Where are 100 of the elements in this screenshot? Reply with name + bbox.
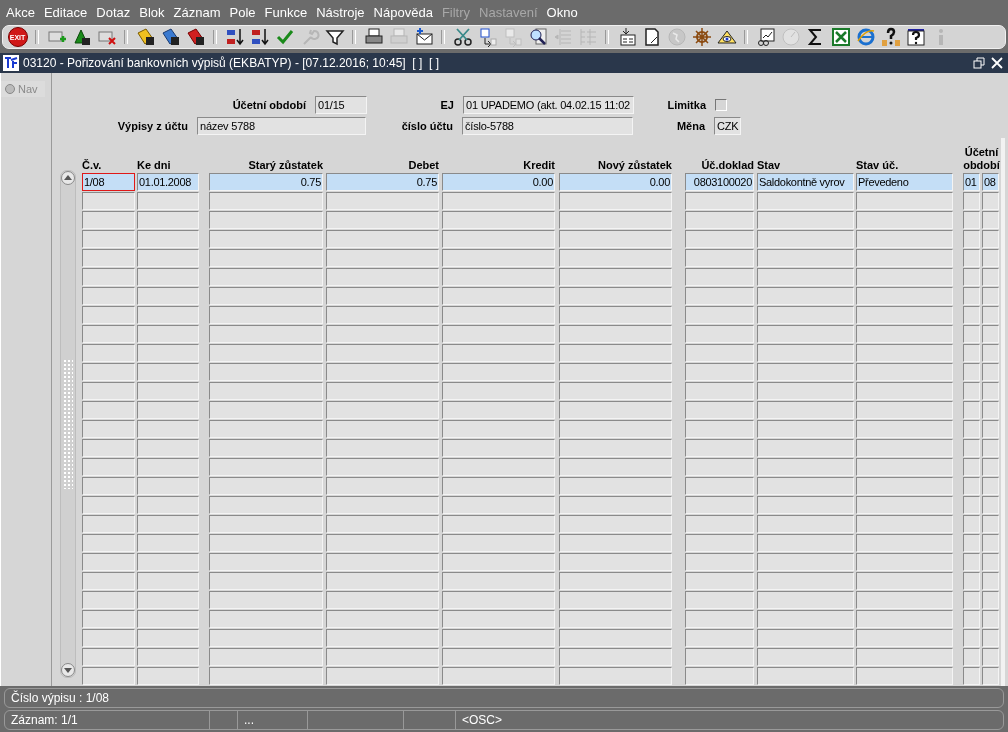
- table-cell[interactable]: [982, 477, 999, 495]
- table-cell[interactable]: [685, 344, 754, 362]
- table-cell[interactable]: [442, 534, 555, 552]
- table-cell[interactable]: [982, 306, 999, 324]
- scroll-up-icon[interactable]: [61, 171, 75, 185]
- table-cell[interactable]: [963, 230, 980, 248]
- scroll-grip[interactable]: [63, 359, 73, 489]
- table-cell[interactable]: [442, 401, 555, 419]
- table-cell[interactable]: [982, 325, 999, 343]
- table-cell[interactable]: [982, 249, 999, 267]
- sort-asc-icon[interactable]: [224, 26, 245, 48]
- table-cell[interactable]: [982, 363, 999, 381]
- table-cell[interactable]: [685, 420, 754, 438]
- table-cell[interactable]: [757, 458, 854, 476]
- table-cell[interactable]: [856, 534, 953, 552]
- table-cell[interactable]: [442, 572, 555, 590]
- table-cell[interactable]: [856, 287, 953, 305]
- table-cell[interactable]: [137, 249, 199, 267]
- table-cell[interactable]: [209, 439, 323, 457]
- table-cell[interactable]: [685, 610, 754, 628]
- table-cell[interactable]: [137, 629, 199, 647]
- mail-icon[interactable]: [413, 26, 434, 48]
- chart-icon[interactable]: [755, 26, 776, 48]
- table-cell[interactable]: 01: [963, 173, 980, 191]
- table-cell[interactable]: [82, 268, 135, 286]
- table-cell[interactable]: [442, 610, 555, 628]
- table-cell[interactable]: [963, 534, 980, 552]
- table-cell[interactable]: [685, 382, 754, 400]
- table-cell[interactable]: [963, 192, 980, 210]
- table-cell[interactable]: [982, 268, 999, 286]
- table-cell[interactable]: [982, 648, 999, 666]
- table-cell[interactable]: [559, 648, 672, 666]
- table-cell[interactable]: [963, 401, 980, 419]
- table-cell[interactable]: [442, 211, 555, 229]
- table-cell[interactable]: [442, 439, 555, 457]
- table-cell[interactable]: [326, 667, 439, 685]
- table-cell[interactable]: [137, 344, 199, 362]
- table-cell[interactable]: [442, 344, 555, 362]
- table-cell[interactable]: [685, 534, 754, 552]
- table-cell[interactable]: [559, 515, 672, 533]
- menu-item[interactable]: Editace: [43, 4, 88, 20]
- table-cell[interactable]: [685, 192, 754, 210]
- table-cell[interactable]: [82, 496, 135, 514]
- table-cell[interactable]: [326, 401, 439, 419]
- table-cell[interactable]: [757, 306, 854, 324]
- table-cell[interactable]: [137, 192, 199, 210]
- table-cell[interactable]: [442, 553, 555, 571]
- table-cell[interactable]: [82, 572, 135, 590]
- table-cell[interactable]: [856, 401, 953, 419]
- table-cell[interactable]: [209, 268, 323, 286]
- table-cell[interactable]: [137, 591, 199, 609]
- table-cell[interactable]: [685, 439, 754, 457]
- table-cell[interactable]: [757, 287, 854, 305]
- table-cell[interactable]: [982, 401, 999, 419]
- table-cell[interactable]: [82, 249, 135, 267]
- table-cell[interactable]: [559, 268, 672, 286]
- table-cell[interactable]: [442, 648, 555, 666]
- table-cell[interactable]: [963, 477, 980, 495]
- table-cell[interactable]: [963, 420, 980, 438]
- table-cell[interactable]: [82, 211, 135, 229]
- table-cell[interactable]: [856, 458, 953, 476]
- table-cell[interactable]: [963, 515, 980, 533]
- table-cell[interactable]: [963, 553, 980, 571]
- table-cell[interactable]: [856, 344, 953, 362]
- table-cell[interactable]: [326, 648, 439, 666]
- table-cell[interactable]: [685, 591, 754, 609]
- table-cell[interactable]: 0.75: [326, 173, 439, 191]
- table-cell[interactable]: [137, 667, 199, 685]
- table-cell[interactable]: [209, 211, 323, 229]
- table-cell[interactable]: [82, 553, 135, 571]
- table-cell[interactable]: [326, 325, 439, 343]
- table-cell[interactable]: [963, 249, 980, 267]
- table-cell[interactable]: [326, 211, 439, 229]
- table-cell[interactable]: [137, 268, 199, 286]
- table-cell[interactable]: [963, 572, 980, 590]
- menu-item[interactable]: Pole: [229, 4, 256, 20]
- table-cell[interactable]: [326, 610, 439, 628]
- table-cell[interactable]: [685, 477, 754, 495]
- table-cell[interactable]: [757, 648, 854, 666]
- table-cell[interactable]: [982, 420, 999, 438]
- table-cell[interactable]: [982, 192, 999, 210]
- table-cell[interactable]: [442, 591, 555, 609]
- table-cell[interactable]: [982, 553, 999, 571]
- table-cell[interactable]: [856, 268, 953, 286]
- table-cell[interactable]: [982, 439, 999, 457]
- help-people-icon[interactable]: [880, 26, 901, 48]
- table-cell[interactable]: [137, 325, 199, 343]
- table-cell[interactable]: [559, 553, 672, 571]
- table-cell[interactable]: [137, 534, 199, 552]
- table-cell[interactable]: [442, 249, 555, 267]
- table-cell[interactable]: [963, 306, 980, 324]
- table-cell[interactable]: [856, 515, 953, 533]
- table-cell[interactable]: [757, 230, 854, 248]
- table-cell[interactable]: [982, 572, 999, 590]
- sort-desc-icon[interactable]: [249, 26, 270, 48]
- table-cell[interactable]: [442, 420, 555, 438]
- table-cell[interactable]: [963, 287, 980, 305]
- table-cell[interactable]: [757, 610, 854, 628]
- table-cell[interactable]: [137, 230, 199, 248]
- table-cell[interactable]: [209, 401, 323, 419]
